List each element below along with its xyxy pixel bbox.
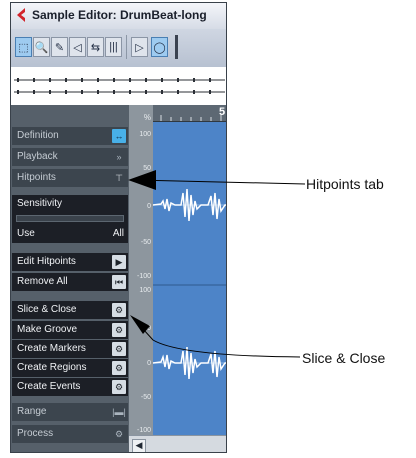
create-regions-button[interactable]: Create Regions ⚙ xyxy=(12,359,128,377)
definition-tab-label: Definition xyxy=(17,130,59,141)
gear-icon: ⚙ xyxy=(112,361,126,375)
speaker-icon: ◁ xyxy=(73,41,82,54)
level-tick: -50 xyxy=(140,394,151,401)
scroll-left-arrow[interactable]: ◀ xyxy=(132,439,146,452)
make-groove-label: Make Groove xyxy=(17,324,78,335)
definition-icon: ↔ xyxy=(112,129,126,143)
warp-icon: ||| xyxy=(109,41,118,53)
title-bar[interactable]: Sample Editor: DrumBeat-long xyxy=(11,3,226,30)
playback-icon: » xyxy=(116,152,122,162)
loop-button[interactable]: ◯ xyxy=(151,37,168,57)
zoom-tool-button[interactable]: 🔍 xyxy=(33,37,50,57)
create-markers-label: Create Markers xyxy=(17,343,86,354)
edit-hitpoints-button[interactable]: Edit Hitpoints ▶ xyxy=(12,253,128,271)
waveform-overview[interactable] xyxy=(11,67,226,106)
position-pin-icon[interactable] xyxy=(175,35,178,59)
waveform xyxy=(152,188,226,380)
create-events-label: Create Events xyxy=(17,381,81,392)
create-events-button[interactable]: Create Events ⚙ xyxy=(12,378,128,396)
waveform-display[interactable] xyxy=(152,105,226,435)
play-icon: ▷ xyxy=(135,41,144,54)
slice-close-callout-label: Slice & Close xyxy=(302,350,386,366)
range-select-icon: ⬚ xyxy=(18,41,29,54)
sensitivity-slider[interactable] xyxy=(16,215,124,222)
gear-icon: ⚙ xyxy=(112,380,126,394)
level-tick: 50 xyxy=(143,325,151,332)
edit-hitpoints-label: Edit Hitpoints xyxy=(17,256,76,267)
range-icon: |▬| xyxy=(112,407,126,417)
warp-tool-button[interactable]: ||| xyxy=(105,37,122,57)
sensitivity-label: Sensitivity xyxy=(17,198,63,209)
level-tick: 0 xyxy=(147,360,151,367)
level-tick: 50 xyxy=(143,165,151,172)
remove-all-button[interactable]: Remove All ⏮ xyxy=(12,273,128,291)
bar-number-label: 5 xyxy=(219,106,226,118)
process-icon: ⚙ xyxy=(114,429,124,439)
hitpoints-icon: ⊤ xyxy=(115,173,123,183)
slice-close-label: Slice & Close xyxy=(17,304,77,315)
cubase-logo-icon xyxy=(17,8,25,22)
slice-close-button[interactable]: Slice & Close ⚙ xyxy=(12,301,128,319)
process-tab-label: Process xyxy=(17,428,54,439)
gear-icon: ⚙ xyxy=(112,323,126,337)
timeline-ruler[interactable]: 5 xyxy=(153,105,226,122)
arrow-pointer-icon: ▶ xyxy=(112,255,126,269)
use-value: All xyxy=(112,228,124,239)
sample-editor-window: Sample Editor: DrumBeat-long ⬚ 🔍 ✎ ◁ ⇆ ||| ▷ ◯ xyxy=(10,2,227,453)
skip-start-icon: ⏮ xyxy=(112,275,126,289)
level-tick: 100 xyxy=(139,131,151,138)
create-regions-label: Create Regions xyxy=(17,362,87,373)
level-tick: -100 xyxy=(136,273,151,280)
sensitivity-control[interactable]: Sensitivity xyxy=(12,195,128,225)
timeline-ticks xyxy=(160,115,222,121)
use-dropdown[interactable]: Use All xyxy=(12,225,128,243)
gear-icon: ⚙ xyxy=(112,303,126,317)
hitpoints-tab[interactable]: Hitpoints ⊤ xyxy=(12,169,128,187)
gear-icon: ⚙ xyxy=(112,342,126,356)
level-tick: 100 xyxy=(139,287,151,294)
range-tab-label: Range xyxy=(17,406,47,417)
playback-tab-label: Playback xyxy=(17,151,58,162)
draw-tool-button[interactable]: ✎ xyxy=(51,37,68,57)
remove-all-label: Remove All xyxy=(17,276,68,287)
range-select-tool-button[interactable]: ⬚ xyxy=(15,37,32,57)
hitpoints-callout-label: Hitpoints tab xyxy=(306,176,384,192)
use-label: Use xyxy=(17,228,35,239)
definition-tab[interactable]: Definition ↔ xyxy=(12,127,128,145)
unit-label: % xyxy=(143,113,151,122)
hitpoints-tab-label: Hitpoints xyxy=(17,172,56,183)
zoom-icon: 🔍 xyxy=(34,41,49,54)
pencil-icon: ✎ xyxy=(54,41,65,54)
toolbar-separator xyxy=(126,35,127,59)
window-title: Sample Editor: DrumBeat-long xyxy=(32,8,207,22)
level-tick: -100 xyxy=(136,427,151,434)
inspector-panel: Definition ↔ Playback » Hitpoints ⊤ Sens… xyxy=(11,105,129,452)
create-markers-button[interactable]: Create Markers ⚙ xyxy=(12,340,128,358)
scrub-tool-button[interactable]: ⇆ xyxy=(87,37,104,57)
horizontal-scrollbar[interactable]: ◀ xyxy=(129,435,226,452)
play-button[interactable]: ▷ xyxy=(131,37,148,57)
make-groove-button[interactable]: Make Groove ⚙ xyxy=(12,321,128,339)
toolbar: ⬚ 🔍 ✎ ◁ ⇆ ||| ▷ ◯ xyxy=(11,29,226,68)
playback-tab[interactable]: Playback » xyxy=(12,148,128,166)
range-tab[interactable]: Range |▬| xyxy=(12,403,128,421)
play-tool-button[interactable]: ◁ xyxy=(69,37,86,57)
loop-icon: ◯ xyxy=(153,41,166,54)
level-tick: 0 xyxy=(147,203,151,210)
process-tab[interactable]: Process ⚙ xyxy=(12,425,128,443)
scrub-icon: ⇆ xyxy=(90,41,101,54)
level-tick: -50 xyxy=(140,239,151,246)
overview-waveform xyxy=(14,78,225,94)
level-scale: % 100 50 0 -50 -100 100 50 0 -50 -100 xyxy=(129,105,153,435)
